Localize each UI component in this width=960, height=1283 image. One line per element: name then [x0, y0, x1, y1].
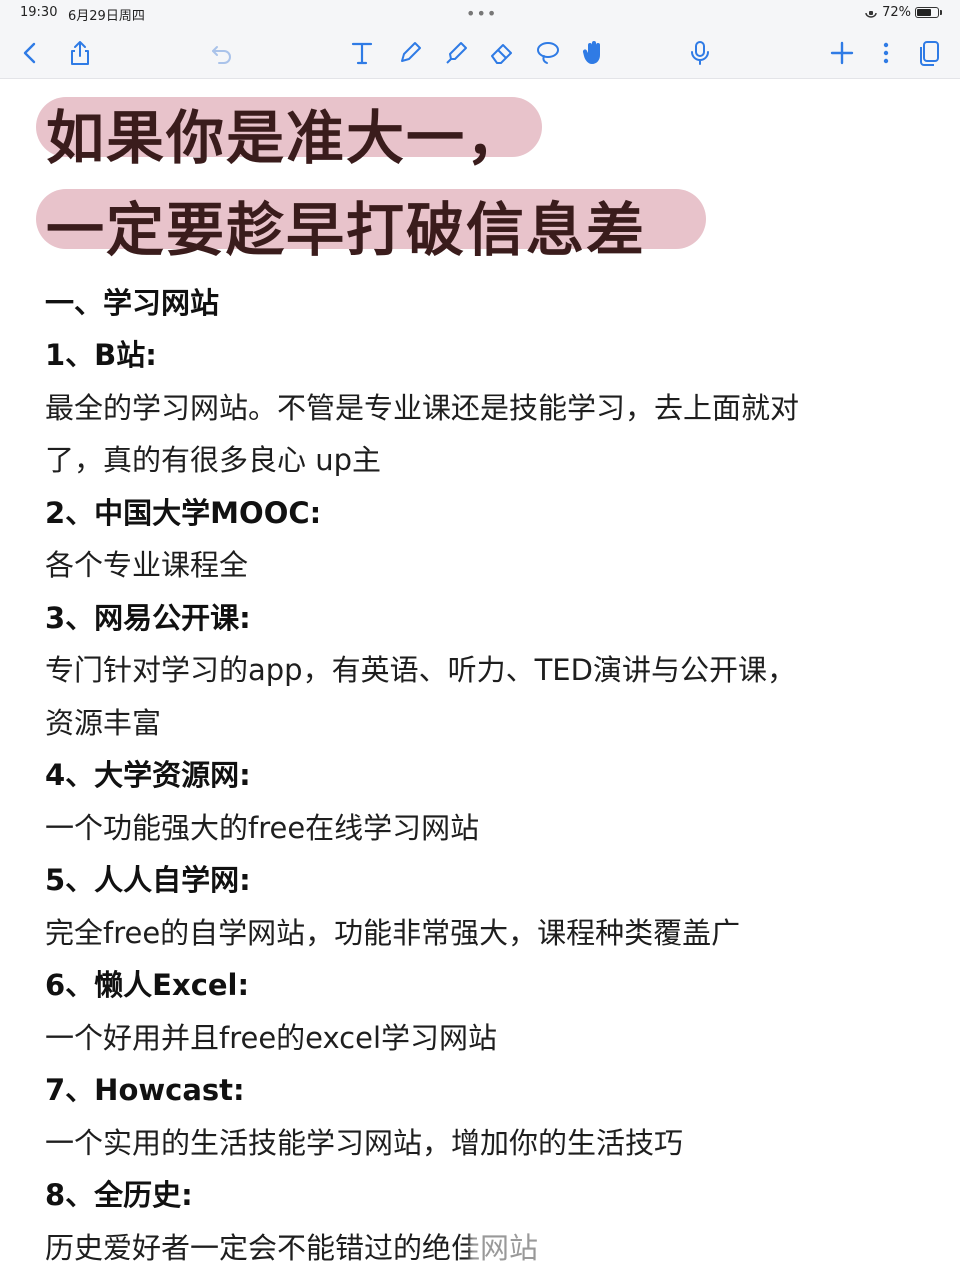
headline-line-2: 一定要趁早打破信息差: [46, 196, 647, 264]
add-icon[interactable]: [826, 37, 858, 69]
battery-icon: [915, 7, 939, 18]
item-title: 5、人人自学网:: [45, 863, 251, 897]
item-description: 一个功能强大的free在线学习网站: [45, 811, 480, 845]
more-icon[interactable]: [870, 37, 902, 69]
hand-icon[interactable]: [578, 37, 610, 69]
headline-line-1: 如果你是准大一，: [46, 104, 527, 172]
notes-toolbar: [0, 28, 960, 79]
section-title: 一、学习网站: [45, 286, 220, 320]
item-title: 1、B站:: [45, 338, 157, 372]
orientation-lock-icon: [865, 10, 877, 18]
item-title: 2、中国大学MOOC:: [45, 496, 322, 530]
item-description: 一个好用并且free的excel学习网站: [45, 1021, 498, 1055]
item-description: 资源丰富: [45, 706, 162, 740]
item-title: 7、Howcast:: [45, 1073, 245, 1107]
item-description: 最全的学习网站。不管是专业课还是技能学习，去上面就对: [45, 391, 800, 425]
note-canvas[interactable]: 如果你是准大一， 一定要趁早打破信息差 一、学习网站 1、B站: 最全的学习网站…: [0, 79, 960, 1283]
share-icon[interactable]: [64, 37, 96, 69]
item-description: 完全free的自学网站，功能非常强大，课程种类覆盖广: [45, 916, 741, 950]
status-bar: 19:30 6月29日周四 ••• 72%: [0, 0, 960, 28]
watermark-blur: [470, 1227, 630, 1267]
status-indicators: 72%: [864, 5, 942, 20]
item-description: 专门针对学习的app，有英语、听力、TED演讲与公开课，: [45, 653, 796, 687]
highlighter-icon[interactable]: [440, 37, 472, 69]
undo-icon[interactable]: [206, 37, 238, 69]
item-description: 各个专业课程全: [45, 548, 249, 582]
item-title: 8、全历史:: [45, 1178, 193, 1212]
pages-icon[interactable]: [914, 37, 946, 69]
back-icon[interactable]: [14, 37, 46, 69]
eraser-icon[interactable]: [486, 37, 518, 69]
status-time: 19:30: [20, 5, 58, 20]
status-date: 6月29日周四: [68, 9, 145, 24]
item-title: 4、大学资源网:: [45, 758, 251, 792]
multitasking-dots-icon[interactable]: •••: [466, 4, 497, 23]
item-description: 了，真的有很多良心 up主: [45, 443, 382, 477]
item-title: 3、网易公开课:: [45, 601, 251, 635]
item-description: 历史爱好者一定会不能错过的绝佳网站: [45, 1231, 539, 1265]
text-tool-icon[interactable]: [346, 37, 378, 69]
lasso-icon[interactable]: [532, 37, 564, 69]
item-title: 6、懒人Excel:: [45, 968, 250, 1002]
item-description: 一个实用的生活技能学习网站，增加你的生活技巧: [45, 1126, 684, 1160]
battery-percent: 72%: [882, 5, 911, 20]
mic-icon[interactable]: [684, 37, 716, 69]
pen-icon[interactable]: [394, 37, 426, 69]
